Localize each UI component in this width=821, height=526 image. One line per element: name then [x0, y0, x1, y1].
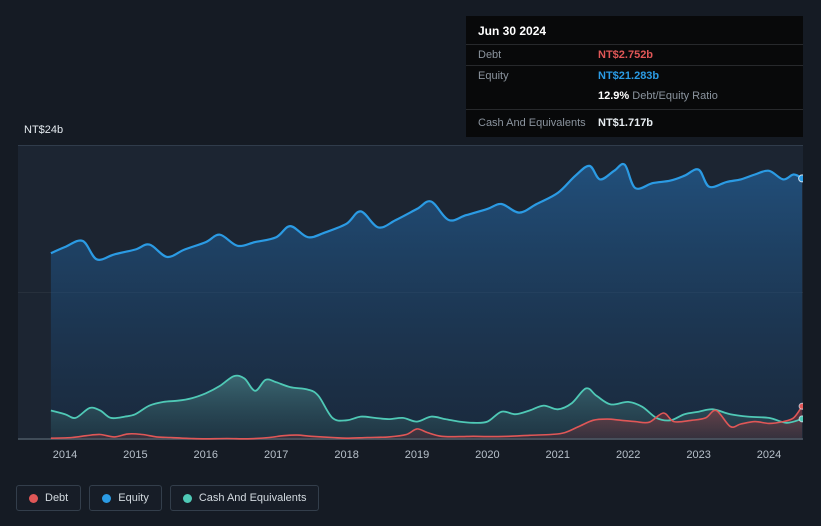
debt-legend-dot-icon — [29, 493, 38, 503]
tooltip-date: Jun 30 2024 — [466, 16, 803, 45]
x-axis-tick-label: 2021 — [545, 449, 571, 461]
tooltip: Jun 30 2024 Debt NT$2.752b Equity NT$21.… — [466, 16, 803, 137]
x-axis-labels: 2014 2015 2016 2017 2018 2019 2020 2021 2022 2023… — [0, 449, 821, 465]
legend-item-cash[interactable]: Cash And Equivalents — [169, 485, 320, 511]
x-axis-tick-label: 2023 — [686, 449, 711, 461]
tooltip-cash-value: NT$1.717b — [598, 117, 654, 129]
x-axis-tick-label: 2014 — [52, 449, 78, 461]
tooltip-equity-value: NT$21.283b — [598, 70, 660, 82]
tooltip-equity-label: Equity — [478, 70, 509, 82]
tooltip-cash-label: Cash And Equivalents — [478, 117, 586, 129]
tooltip-ratio: 12.9% Debt/Equity Ratio — [598, 90, 791, 102]
tooltip-debt-value: NT$2.752b — [598, 49, 654, 61]
x-axis-tick-label: 2019 — [404, 449, 430, 461]
tooltip-ratio-value: 12.9% — [598, 90, 630, 102]
debt-equity-history-chart: NT$24b NT$0 2014201520162017201820192020… — [0, 0, 821, 526]
legend-debt-label: Debt — [45, 492, 69, 504]
debt-end-dot — [798, 402, 803, 410]
cash-legend-dot-icon — [182, 493, 192, 503]
legend-cash-label: Cash And Equivalents — [198, 492, 307, 504]
tooltip-row-equity: Equity NT$21.283b — [466, 66, 803, 86]
x-axis-tick-label: 2024 — [756, 449, 782, 461]
tooltip-row-debt: Debt NT$2.752b — [466, 45, 803, 66]
x-axis-tick-label: 2016 — [193, 449, 219, 461]
cash-end-dot — [798, 415, 803, 423]
tooltip-ratio-label: Debt/Equity Ratio — [632, 90, 718, 102]
legend-item-debt[interactable]: Debt — [16, 485, 82, 511]
equity-end-dot — [798, 174, 803, 183]
legend-equity-label: Equity — [118, 492, 149, 504]
x-axis-tick-label: 2020 — [475, 449, 500, 461]
equity-legend-dot-icon — [102, 493, 112, 503]
y-axis-label-max: NT$24b — [24, 124, 64, 136]
tooltip-row-ratio: 12.9% Debt/Equity Ratio — [466, 86, 803, 110]
tooltip-row-cash: Cash And Equivalents NT$1.717b — [466, 110, 803, 137]
chart-plot-area[interactable] — [18, 145, 803, 440]
x-axis-tick-label: 2015 — [123, 449, 148, 461]
tooltip-debt-label: Debt — [478, 49, 502, 61]
x-axis-tick-label: 2017 — [263, 449, 289, 461]
x-axis-tick-label: 2018 — [334, 449, 359, 461]
x-axis-tick-label: 2022 — [615, 449, 641, 461]
legend: Debt Equity Cash And Equivalents — [16, 485, 320, 511]
legend-item-equity[interactable]: Equity — [89, 485, 162, 511]
